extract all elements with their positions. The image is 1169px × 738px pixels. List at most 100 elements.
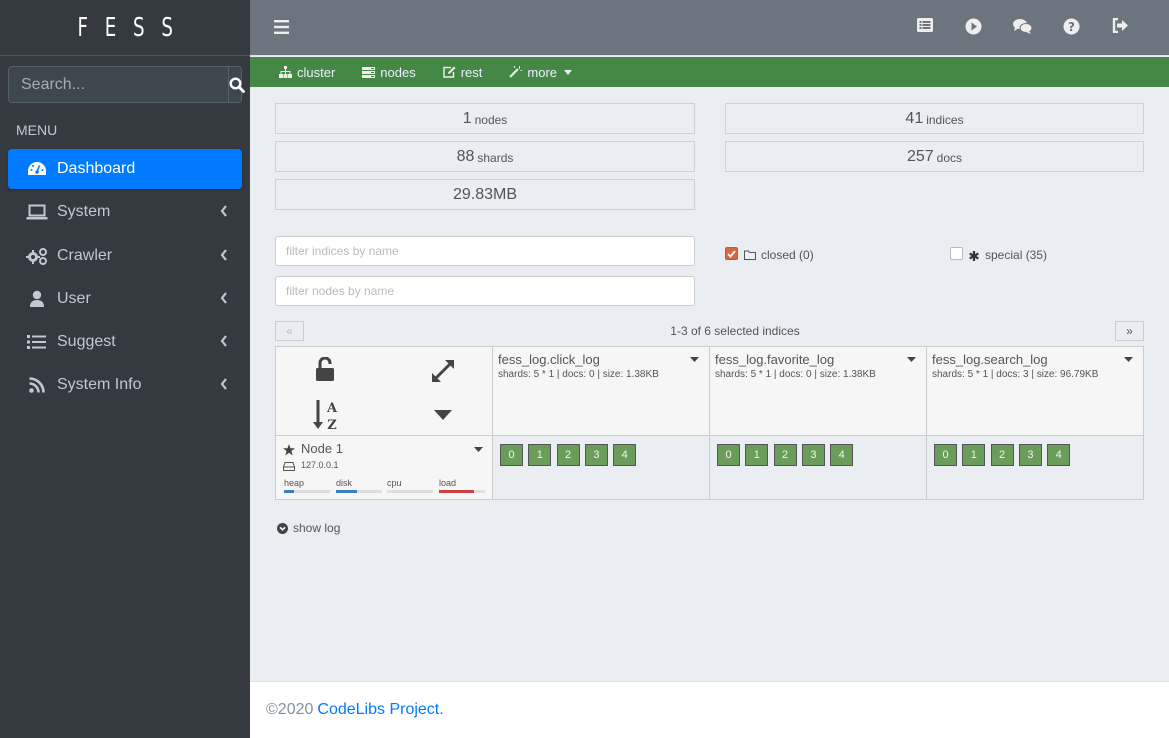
unlock-icon[interactable] (316, 357, 336, 382)
sidebar-item-suggest[interactable]: Suggest (8, 322, 242, 362)
sidebar-item-system-info[interactable]: System Info (8, 365, 242, 405)
shard-button[interactable]: 1 (962, 444, 986, 466)
stat-nodes: 1 nodes (275, 103, 695, 134)
list-icon (25, 332, 49, 352)
node-address: 127.0.0.1 (301, 460, 339, 470)
nav-more[interactable]: more (509, 64, 573, 80)
search-icon (229, 76, 245, 93)
index-header: fess_log.favorite_log shards: 5 * 1 | do… (710, 347, 927, 436)
caret-down-icon[interactable] (474, 447, 483, 452)
chevron-left-icon (220, 292, 227, 304)
meter-heap: heap (284, 478, 330, 493)
index-meta: shards: 5 * 1 | docs: 3 | size: 96.79KB (932, 369, 1099, 380)
comments-icon[interactable] (998, 18, 1047, 35)
chevron-left-icon (220, 248, 227, 261)
play-circle-icon[interactable] (949, 18, 998, 35)
svg-text:A: A (326, 401, 338, 416)
tasks-icon (362, 66, 376, 78)
shard-list: 01234 (717, 444, 858, 466)
asterisk-icon (969, 251, 979, 261)
shard-button[interactable]: 4 (613, 444, 637, 466)
meter-bar (439, 490, 485, 493)
index-name[interactable]: fess_log.favorite_log (715, 352, 834, 367)
svg-text:Z: Z (327, 418, 337, 431)
list-alt-icon[interactable] (900, 18, 949, 35)
caret-down-icon[interactable] (1124, 357, 1133, 362)
shard-list: 01234 (934, 444, 1075, 466)
caret-down-icon[interactable] (907, 357, 916, 362)
node-name[interactable]: Node 1 (301, 441, 343, 456)
rss-icon (25, 375, 49, 395)
meter-load: load (439, 478, 485, 493)
index-name[interactable]: fess_log.search_log (932, 352, 1048, 367)
topbar: ? (250, 0, 1169, 56)
stat-value: 88 (456, 147, 475, 165)
special-checkbox[interactable]: special (35) (950, 245, 1047, 262)
caret-down-icon[interactable] (434, 410, 452, 420)
node-cell: Node 1 127.0.0.1 heap disk cpu load (276, 436, 493, 499)
pager-info: 1-3 of 6 selected indices (670, 324, 800, 338)
stat-indices: 41 indices (725, 103, 1144, 134)
stat-value: 41 (905, 109, 924, 127)
shard-button[interactable]: 3 (584, 444, 608, 466)
stat-size: 29.83MB (275, 179, 695, 210)
checkbox-unchecked[interactable] (950, 247, 963, 260)
sidebar-item-user[interactable]: User (8, 279, 242, 319)
shard-button[interactable]: 0 (500, 444, 523, 466)
meter-fill (439, 490, 475, 493)
svg-text:?: ? (1068, 20, 1075, 34)
nav-rest[interactable]: rest (443, 65, 482, 80)
sort-alpha-icon[interactable]: AZ (312, 399, 342, 431)
filter-indices-input[interactable] (275, 236, 695, 266)
nav-nodes[interactable]: nodes (362, 64, 416, 80)
prev-page-button[interactable]: « (275, 321, 304, 341)
show-log-toggle[interactable]: show log (277, 521, 340, 535)
hamburger-menu-icon[interactable] (274, 20, 289, 34)
caret-down-icon[interactable] (690, 357, 699, 362)
nav-nodes-label: nodes (380, 64, 416, 80)
sidebar-search (8, 66, 245, 103)
footer-link[interactable]: CodeLibs Project. (317, 701, 443, 719)
next-page-button[interactable]: » (1115, 321, 1144, 341)
footer: ©2020 CodeLibs Project. (250, 681, 1169, 738)
shard-button[interactable]: 2 (773, 444, 797, 466)
shard-cell: 01234 (493, 436, 710, 499)
stat-docs: 257 docs (725, 141, 1144, 172)
footer-copyright: ©2020 (266, 701, 314, 718)
shard-button[interactable]: 0 (934, 444, 957, 466)
user-icon (25, 289, 49, 309)
shard-button[interactable]: 2 (556, 444, 580, 466)
shard-button[interactable]: 4 (830, 444, 854, 466)
shard-button[interactable]: 3 (1018, 444, 1042, 466)
stat-shards: 88 shards (275, 141, 695, 172)
brand-logo[interactable]: FESS (0, 0, 250, 56)
sidebar-item-system[interactable]: System (8, 192, 242, 232)
laptop-icon (25, 202, 49, 222)
stat-label: nodes (474, 113, 508, 127)
shard-button[interactable]: 2 (990, 444, 1014, 466)
expand-icon[interactable] (430, 358, 456, 384)
shard-button[interactable]: 1 (528, 444, 552, 466)
checkbox-checked[interactable] (725, 247, 738, 260)
sidebar-item-crawler[interactable]: Crawler (8, 236, 242, 276)
question-circle-icon[interactable]: ? (1047, 18, 1096, 35)
sidebar-item-label: Suggest (57, 333, 116, 351)
index-name[interactable]: fess_log.click_log (498, 352, 600, 367)
shard-button[interactable]: 1 (745, 444, 769, 466)
closed-checkbox[interactable]: closed (0) (725, 245, 814, 262)
sidebar-item-dashboard[interactable]: Dashboard (8, 149, 242, 189)
meter-fill (336, 490, 357, 493)
shard-button[interactable]: 4 (1047, 444, 1071, 466)
nav-more-label: more (527, 64, 558, 80)
search-button[interactable] (228, 67, 245, 102)
shard-button[interactable]: 0 (717, 444, 740, 466)
sign-out-icon[interactable] (1096, 18, 1145, 35)
nav-cluster[interactable]: cluster (279, 65, 335, 80)
shard-cell: 01234 (927, 436, 1143, 499)
filter-nodes-input[interactable] (275, 276, 695, 306)
shard-button[interactable]: 3 (801, 444, 825, 466)
meter-bar (387, 490, 433, 493)
nav-cluster-label: cluster (297, 64, 336, 80)
search-input[interactable] (9, 67, 228, 102)
folder-icon (744, 250, 756, 260)
